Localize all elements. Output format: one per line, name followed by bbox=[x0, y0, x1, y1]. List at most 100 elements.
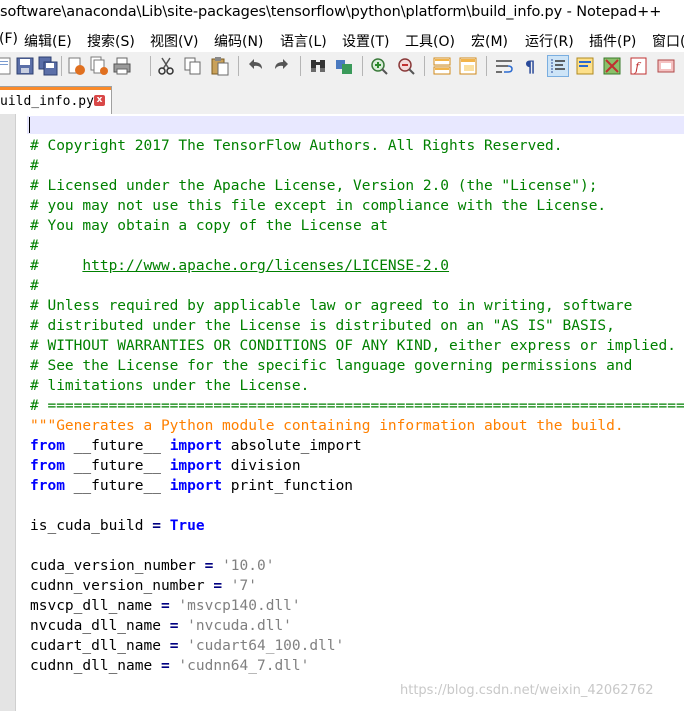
string-literal: 'cudart64_100.dll' bbox=[187, 638, 345, 654]
code-line: # bbox=[30, 278, 39, 294]
equals-operator: = bbox=[169, 638, 179, 654]
menu-settings[interactable]: 设置(T) bbox=[342, 31, 389, 51]
imported-name: division bbox=[222, 458, 301, 474]
menu-language[interactable]: 语言(L) bbox=[280, 31, 327, 51]
menu-bar: (F) 编辑(E) 搜索(S) 视图(V) 编码(N) 语言(L) 设置(T) … bbox=[0, 28, 684, 52]
redo-icon[interactable] bbox=[272, 56, 292, 76]
find-icon[interactable] bbox=[308, 56, 328, 76]
docstring-line: """Generates a Python module containing … bbox=[30, 418, 624, 434]
window-title: software\anaconda\Lib\site-packages\tens… bbox=[0, 4, 662, 20]
toolbar-separator bbox=[150, 56, 151, 76]
assignment-line: is_cuda_build = True bbox=[30, 516, 205, 536]
code-line: # ======================================… bbox=[30, 398, 684, 414]
new-file-icon[interactable] bbox=[0, 56, 14, 76]
menu-view[interactable]: 视图(V) bbox=[150, 31, 199, 51]
menu-search[interactable]: 搜索(S) bbox=[87, 31, 135, 51]
import-line: from __future__ import division bbox=[30, 456, 301, 476]
toolbar-separator bbox=[238, 56, 239, 76]
variable-name: cuda_version_number bbox=[30, 558, 205, 574]
from-keyword: from bbox=[30, 438, 65, 454]
string-literal: '10.0' bbox=[222, 558, 275, 574]
imported-name: print_function bbox=[222, 478, 354, 494]
tab-close-icon[interactable]: x bbox=[94, 95, 105, 106]
assignment-line: cudart_dll_name = 'cudart64_100.dll' bbox=[30, 636, 344, 656]
undo-icon[interactable] bbox=[245, 56, 265, 76]
assignment-line: cudnn_dll_name = 'cudnn64_7.dll' bbox=[30, 656, 309, 676]
imported-name: absolute_import bbox=[222, 438, 362, 454]
import-line: from __future__ import print_function bbox=[30, 476, 353, 496]
from-keyword: from bbox=[30, 458, 65, 474]
print-icon[interactable] bbox=[112, 56, 132, 76]
module-name: __future__ bbox=[64, 458, 170, 474]
menu-encoding[interactable]: 编码(N) bbox=[214, 31, 263, 51]
module-name: __future__ bbox=[64, 478, 170, 494]
zoom-in-icon[interactable] bbox=[369, 56, 389, 76]
tab-build-info[interactable]: uild_info.py x bbox=[0, 86, 112, 115]
equals-operator: = bbox=[160, 598, 170, 614]
toolbar-separator bbox=[486, 56, 487, 76]
text-caret bbox=[29, 117, 30, 133]
equals-operator: = bbox=[213, 578, 223, 594]
save-all-icon[interactable] bbox=[38, 56, 58, 76]
string-literal: 'nvcuda.dll' bbox=[187, 618, 292, 634]
copy-icon[interactable] bbox=[183, 56, 203, 76]
watermark: https://blog.csdn.net/weixin_42062762 bbox=[400, 683, 654, 698]
save-icon[interactable] bbox=[15, 56, 35, 76]
close-all-icon[interactable] bbox=[89, 56, 109, 76]
menu-window[interactable]: 窗口( bbox=[652, 31, 684, 51]
tab-label: uild_info.py bbox=[0, 94, 94, 109]
code-line: # Licensed under the Apache License, Ver… bbox=[30, 178, 598, 194]
equals-operator: = bbox=[204, 558, 214, 574]
code-line: # bbox=[30, 238, 39, 254]
replace-icon[interactable] bbox=[334, 56, 354, 76]
variable-name: cudnn_version_number bbox=[30, 578, 214, 594]
toolbar-separator bbox=[362, 56, 363, 76]
sync-vertical-icon[interactable] bbox=[432, 56, 452, 76]
editor-area[interactable]: # Copyright 2017 The TensorFlow Authors.… bbox=[0, 114, 684, 711]
indent-guide-icon[interactable] bbox=[547, 55, 569, 77]
menu-edit[interactable]: 编辑(E) bbox=[24, 31, 72, 51]
module-name: __future__ bbox=[64, 438, 170, 454]
document-map-icon[interactable] bbox=[575, 56, 595, 76]
menu-plugins[interactable]: 插件(P) bbox=[589, 31, 636, 51]
menu-file[interactable]: (F) bbox=[0, 31, 18, 47]
code-line: # http://www.apache.org/licenses/LICENSE… bbox=[30, 256, 449, 276]
paste-icon[interactable] bbox=[210, 56, 230, 76]
folder-workspace-icon[interactable]: f bbox=[629, 56, 649, 76]
close-icon[interactable] bbox=[66, 56, 86, 76]
assignment-line: cuda_version_number = '10.0' bbox=[30, 556, 274, 576]
sync-horizontal-icon[interactable] bbox=[458, 56, 478, 76]
variable-name: cudnn_dll_name bbox=[30, 658, 161, 674]
license-url-link[interactable]: http://www.apache.org/licenses/LICENSE-2… bbox=[82, 258, 449, 274]
code-line: # Unless required by applicable law or a… bbox=[30, 298, 633, 314]
code-line: # distributed under the License is distr… bbox=[30, 318, 615, 334]
equals-operator: = bbox=[152, 518, 161, 534]
assignment-line: msvcp_dll_name = 'msvcp140.dll' bbox=[30, 596, 301, 616]
show-all-chars-icon[interactable]: ¶ bbox=[521, 56, 541, 76]
string-literal: 'cudnn64_7.dll' bbox=[178, 658, 310, 674]
menu-macro[interactable]: 宏(M) bbox=[471, 31, 508, 51]
code-line: # You may obtain a copy of the License a… bbox=[30, 218, 388, 234]
menu-tools[interactable]: 工具(O) bbox=[405, 31, 455, 51]
monitor-icon[interactable] bbox=[656, 56, 676, 76]
string-literal: 'msvcp140.dll' bbox=[178, 598, 301, 614]
true-keyword: True bbox=[169, 518, 205, 534]
import-keyword: import bbox=[169, 478, 223, 494]
tab-active-indicator bbox=[0, 87, 111, 90]
assignment-line: nvcuda_dll_name = 'nvcuda.dll' bbox=[30, 616, 292, 636]
variable-name: nvcuda_dll_name bbox=[30, 618, 170, 634]
assignment-line: cudnn_version_number = '7' bbox=[30, 576, 257, 596]
comment-prefix: # bbox=[30, 258, 83, 274]
import-keyword: import bbox=[169, 458, 223, 474]
code-line: # Copyright 2017 The TensorFlow Authors.… bbox=[30, 138, 563, 154]
function-list-icon[interactable] bbox=[602, 56, 622, 76]
from-keyword: from bbox=[30, 478, 65, 494]
code-line: # you may not use this file except in co… bbox=[30, 198, 607, 214]
svg-text:¶: ¶ bbox=[525, 57, 535, 76]
variable-name: cudart_dll_name bbox=[30, 638, 170, 654]
title-bar: software\anaconda\Lib\site-packages\tens… bbox=[0, 0, 684, 28]
cut-icon[interactable] bbox=[156, 56, 176, 76]
menu-run[interactable]: 运行(R) bbox=[525, 31, 574, 51]
zoom-out-icon[interactable] bbox=[396, 56, 416, 76]
word-wrap-icon[interactable] bbox=[494, 56, 514, 76]
